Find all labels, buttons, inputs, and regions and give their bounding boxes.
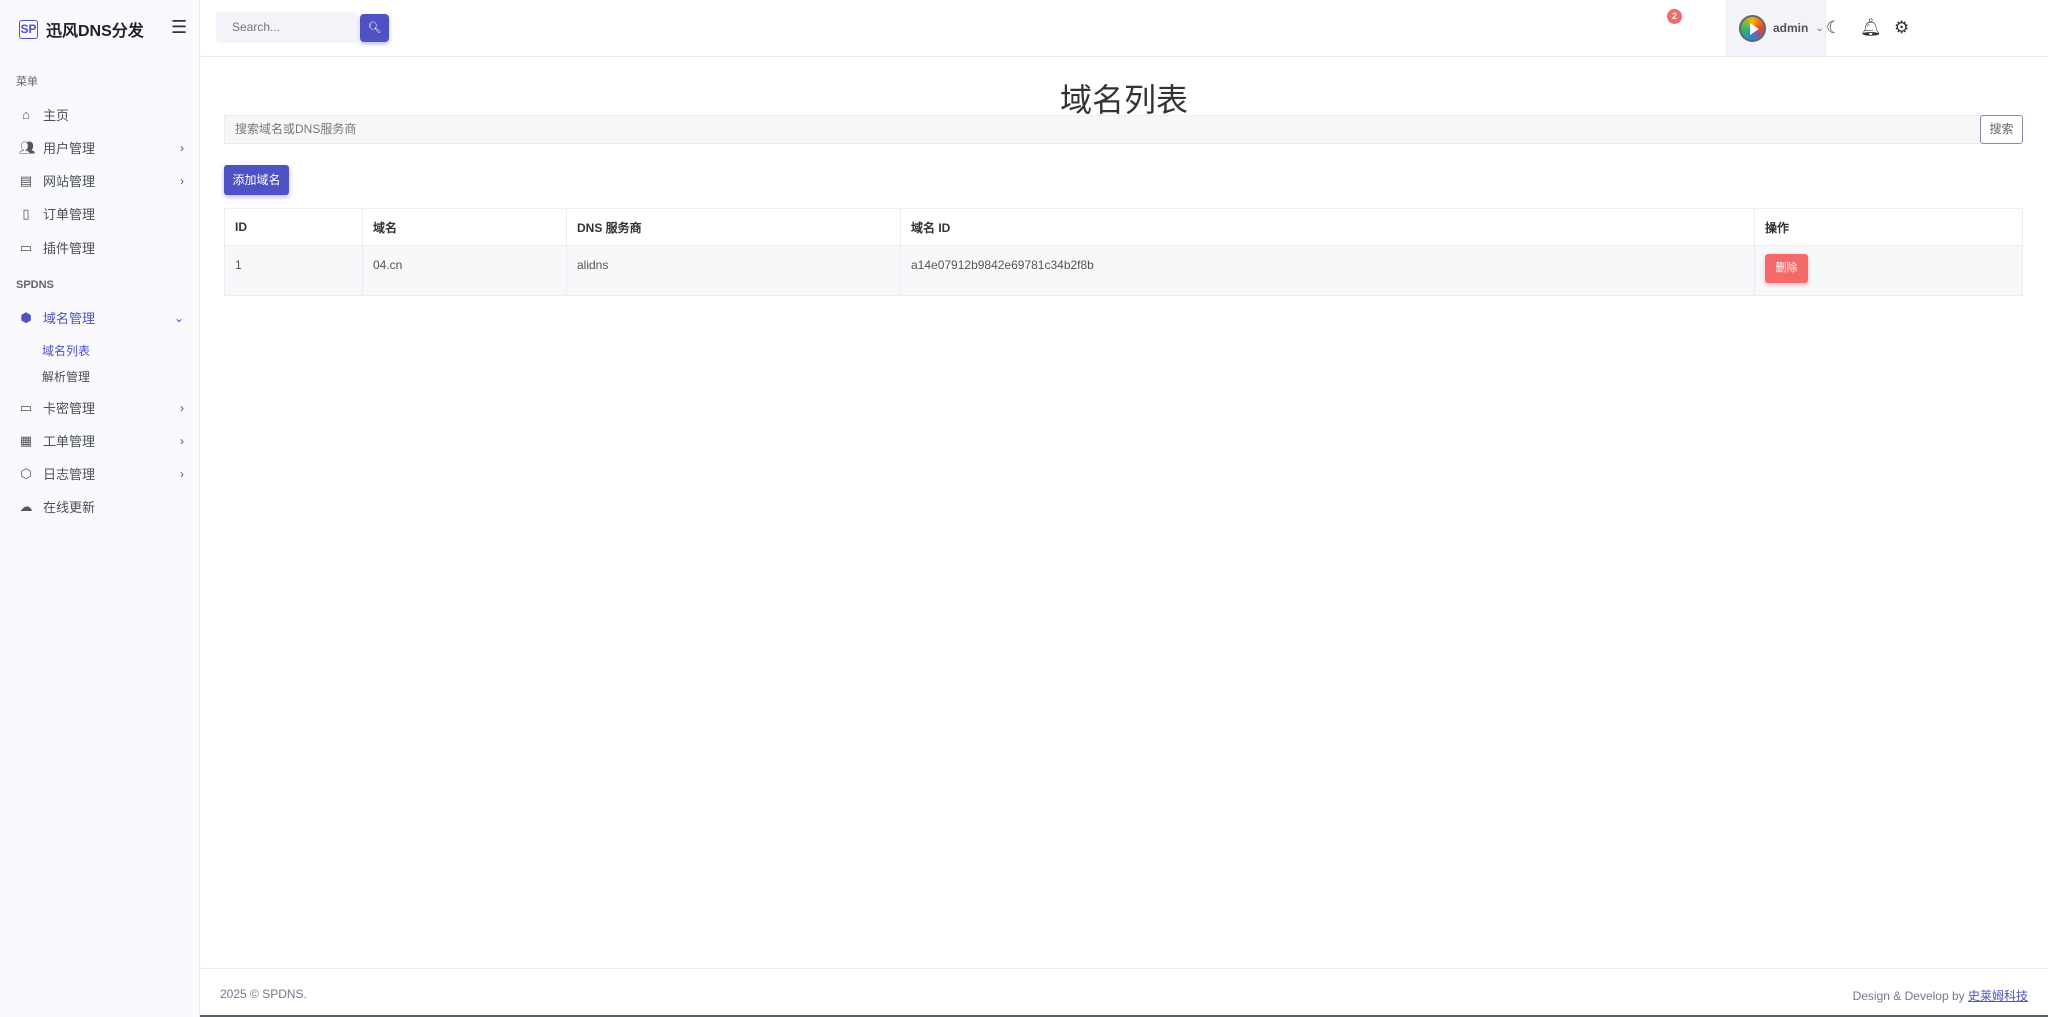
cube-icon: ⬢ [20,309,32,325]
sidebar-item-label: 订单管理 [43,207,96,222]
user-menu[interactable]: admin ⌄ [1726,0,1826,56]
col-header-domain-id: 域名 ID [900,208,1755,246]
chevron-down-icon: ⌄ [173,310,184,325]
users-icon: 👥︎ [19,139,36,155]
chevron-right-icon: › [180,173,184,188]
section-label-spdns: SPDNS [16,279,54,291]
cell-id: 1 [224,245,363,296]
sidebar-item-label: 在线更新 [43,500,96,515]
brand-name: 迅风DNS分发 [46,23,144,40]
cell-domain-id: a14e07912b9842e69781c34b2f8b [900,245,1755,296]
home-icon: ⌂ [22,107,30,122]
footer-copyright: 2025 © SPDNS. [220,987,307,1001]
sidebar-item-plugins[interactable]: ▭ 插件管理 [19,238,184,257]
cloud-icon: ☁ [19,498,33,514]
grid-icon: ▦ [19,432,33,448]
sidebar-item-label: 工单管理 [43,434,96,449]
sidebar-subitem-dns-records[interactable]: 解析管理 [42,368,90,385]
sidebar: SP 迅风DNS分发 ☰ 菜单 ⌂ 主页 👥︎ 用户管理 › ▤ 网站管理 › ▯ 订单管理… [0,0,200,1017]
table-row: 1 04.cn alidns a14e07912b9842e69781c34b2… [224,245,2023,296]
domain-search-button[interactable]: 搜索 [1980,115,2023,144]
section-label-menu: 菜单 [16,76,38,88]
sidebar-item-label: 主页 [43,108,70,123]
footer-credit: Design & Develop by 史莱姆科技 [1853,987,2028,1004]
footer-credit-link[interactable]: 史莱姆科技 [1968,989,2028,1003]
sidebar-subitem-domain-list[interactable]: 域名列表 [42,342,90,359]
cell-actions: 删除 [1754,245,2023,296]
sidebar-item-home[interactable]: ⌂ 主页 [19,105,184,124]
sidebar-item-logs[interactable]: ⬡ 日志管理 › [19,464,184,483]
logo-icon: SP [19,19,38,39]
add-domain-button[interactable]: 添加域名 [224,165,289,195]
sidebar-item-label: 用户管理 [43,141,96,156]
chevron-right-icon: › [180,140,184,155]
box-icon: ⬡ [20,465,32,481]
sidebar-item-label: 域名管理 [43,311,96,326]
layout-icon: ▤ [19,172,33,188]
footer-credit-text: Design & Develop by [1852,989,1965,1003]
chevron-down-icon: ⌄ [1815,22,1824,34]
cell-provider: alidns [566,245,901,296]
table-header-row: ID 域名 DNS 服务商 域名 ID 操作 [224,208,2023,246]
domain-search-input[interactable]: 搜索域名或DNS服务商 [224,115,1981,144]
cell-domain: 04.cn [362,245,567,296]
sidebar-item-cards[interactable]: ▭ 卡密管理 › [19,398,184,417]
sidebar-item-label: 卡密管理 [43,401,96,416]
avatar [1739,14,1766,42]
sidebar-item-users[interactable]: 👥︎ 用户管理 › [19,138,184,157]
search-input[interactable]: Search... [216,12,358,43]
chevron-right-icon: › [180,433,184,448]
sidebar-item-domains[interactable]: ⬢ 域名管理 ⌄ [19,308,184,327]
sidebar-item-label: 网站管理 [43,174,96,189]
footer: 2025 © SPDNS. Design & Develop by 史莱姆科技 [200,968,2048,1017]
user-name: admin [1773,21,1809,35]
folder-icon: ▭ [19,239,33,255]
col-header-domain: 域名 [362,208,567,246]
notification-bell-icon[interactable]: 🔔︎ [1860,18,1882,38]
col-header-actions: 操作 [1754,208,2023,246]
chevron-right-icon: › [180,400,184,415]
menu-toggle-icon[interactable]: ☰ [171,17,187,38]
col-header-provider: DNS 服务商 [566,208,901,246]
settings-gear-icon[interactable]: ⚙ [1894,18,1909,38]
delete-button[interactable]: 删除 [1765,254,1808,283]
sidebar-item-sites[interactable]: ▤ 网站管理 › [19,171,184,190]
credit-card-icon: ▭ [19,399,33,415]
sidebar-item-label: 插件管理 [43,241,96,256]
sidebar-item-orders[interactable]: ▯ 订单管理 [19,204,184,223]
dark-mode-moon-icon[interactable]: ☾ [1826,18,1841,38]
chevron-right-icon: › [180,466,184,481]
domain-table: ID 域名 DNS 服务商 域名 ID 操作 1 04.cn alidns a1… [224,208,2023,296]
search-icon: 🔍︎ [367,22,382,34]
brand[interactable]: SP 迅风DNS分发 [19,17,144,41]
notification-badge: 2 [1667,9,1682,24]
file-icon: ▯ [22,205,30,221]
col-header-id: ID [224,208,363,246]
sidebar-item-update[interactable]: ☁ 在线更新 [19,497,184,516]
sidebar-item-label: 日志管理 [43,467,96,482]
sidebar-item-tickets[interactable]: ▦ 工单管理 › [19,431,184,450]
search-button[interactable]: 🔍︎ [360,14,389,42]
